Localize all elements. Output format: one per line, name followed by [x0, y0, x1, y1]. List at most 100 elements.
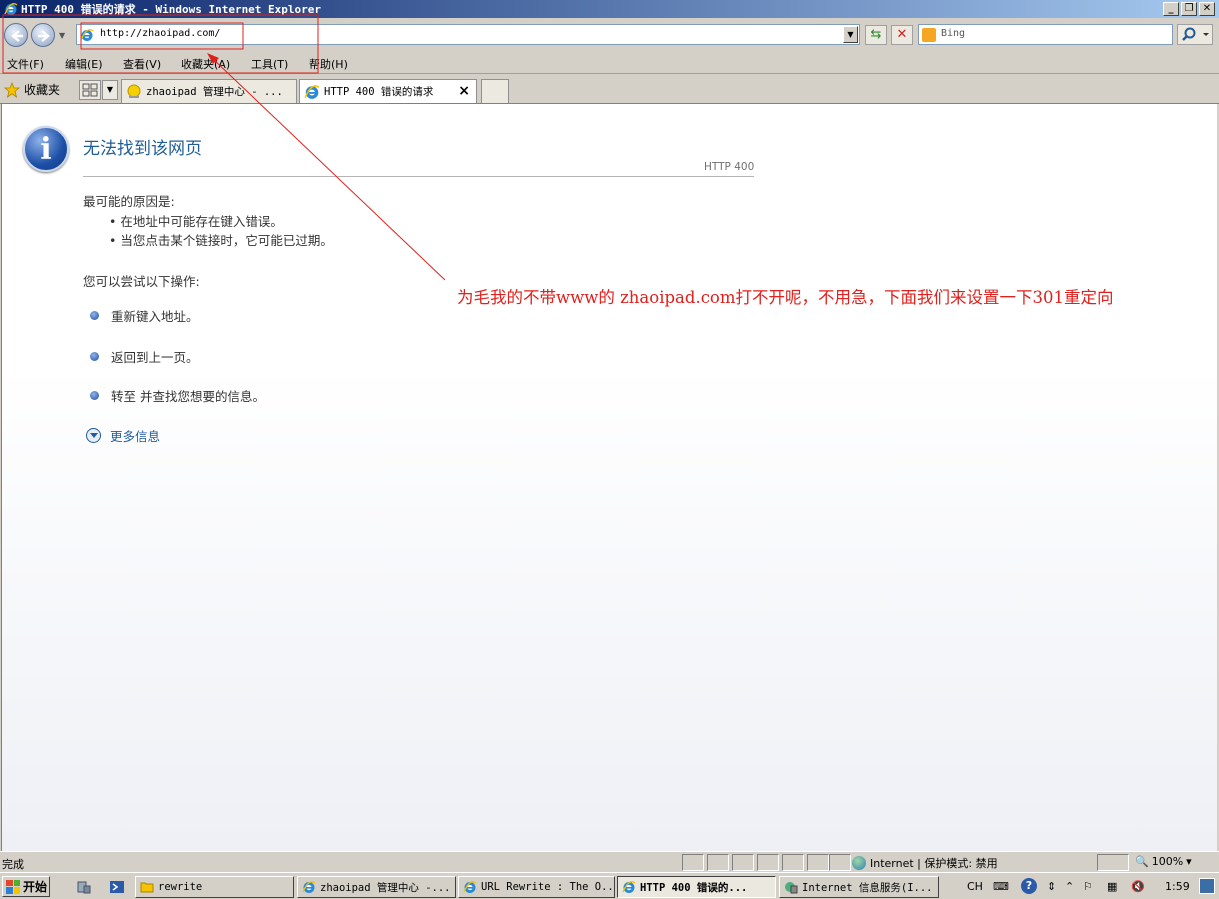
- taskbar-button-iis[interactable]: Internet 信息服务(I...: [779, 876, 939, 898]
- back-arrow-icon: [11, 30, 23, 42]
- status-bar: 完成 Internet | 保护模式: 禁用 🔍 100% ▾: [0, 851, 1219, 872]
- help-icon[interactable]: ?: [1021, 878, 1037, 894]
- search-button[interactable]: [1177, 24, 1213, 45]
- show-hidden-icons-icon[interactable]: ⌃: [1065, 880, 1074, 893]
- taskbar-button-label: URL Rewrite : The O...: [481, 881, 615, 893]
- server-manager-icon[interactable]: [76, 879, 92, 895]
- more-info-label: 更多信息: [110, 429, 161, 444]
- bullet-icon: [90, 311, 99, 320]
- action-center-flag-icon[interactable]: ⚐: [1083, 880, 1093, 893]
- network-icon[interactable]: ▦: [1107, 880, 1117, 893]
- address-dropdown-icon[interactable]: ▼: [843, 26, 858, 43]
- menu-help[interactable]: 帮助(H): [309, 56, 348, 72]
- address-toolbar: ▼ http://zhaoipad.com/ ▼ ⇆ ✕ Bing: [0, 18, 1219, 52]
- try-title: 您可以尝试以下操作:: [83, 274, 200, 289]
- taskbar-button-label: HTTP 400 错误的...: [640, 881, 748, 894]
- stop-icon: ✕: [896, 27, 908, 42]
- menu-bar: 文件(F) 编辑(E) 查看(V) 收藏夹(A) 工具(T) 帮助(H): [0, 52, 1219, 74]
- taskbar-button-url-rewrite[interactable]: URL Rewrite : The O...: [458, 876, 615, 898]
- restore-button[interactable]: ❐: [1181, 2, 1197, 16]
- stop-button[interactable]: ✕: [891, 25, 913, 45]
- address-input[interactable]: http://zhaoipad.com/ ▼: [76, 24, 860, 45]
- tray-options-icon[interactable]: ⇕: [1047, 880, 1056, 893]
- bullet-icon: [90, 352, 99, 361]
- annotation-text: 为毛我的不带www的 zhaoipad.com打不开呢，不用急，下面我们来设置一…: [457, 288, 1114, 307]
- info-icon: i: [23, 126, 69, 172]
- iis-manager-icon: [785, 882, 798, 894]
- taskbar-button-rewrite[interactable]: rewrite: [135, 876, 294, 898]
- window-titlebar: HTTP 400 错误的请求 - Windows Internet Explor…: [0, 0, 1219, 18]
- tab-http-400[interactable]: HTTP 400 错误的请求 ×: [299, 79, 477, 103]
- tab-ie-icon: [304, 84, 320, 99]
- forward-arrow-icon: [38, 30, 50, 42]
- pop-up-settings-button[interactable]: [1097, 854, 1129, 871]
- page-favicon-icon: [80, 29, 94, 41]
- reason-item: • 在地址中可能存在键入错误。: [109, 214, 283, 229]
- quick-tabs-button[interactable]: [79, 80, 101, 100]
- action-retype-address[interactable]: 重新键入地址。: [111, 306, 199, 325]
- clock[interactable]: 1:59: [1165, 880, 1190, 893]
- tab-site-icon: [127, 84, 141, 98]
- taskbar-button-http-400[interactable]: HTTP 400 错误的...: [617, 876, 776, 898]
- taskbar-button-label: rewrite: [158, 881, 203, 893]
- zoom-control[interactable]: 🔍 100% ▾: [1135, 855, 1192, 868]
- zone-label: Internet | 保护模式: 禁用: [870, 857, 998, 870]
- tab-bar: 收藏夹 ▼ zhaoipad 管理中心 - ... HTTP 400 错误的请求…: [0, 75, 1219, 104]
- reason-item: • 当您点击某个链接时，它可能已过期。: [109, 233, 333, 248]
- start-button[interactable]: 开始: [2, 876, 50, 897]
- status-panel: [757, 854, 779, 871]
- tab-list-dropdown-icon[interactable]: ▼: [102, 80, 118, 100]
- system-tray: CH ⌨ ? ⇕ ⌃ ⚐ ▦ 🔇 1:59: [955, 876, 1219, 898]
- quick-tabs-grid-icon: [82, 83, 98, 97]
- window-title: HTTP 400 错误的请求 - Windows Internet Explor…: [21, 3, 322, 16]
- zoom-level: 100%: [1151, 855, 1184, 868]
- recent-pages-dropdown-icon[interactable]: ▼: [59, 31, 69, 41]
- taskbar-button-label: Internet 信息服务(I...: [802, 881, 933, 894]
- status-panel: [829, 854, 851, 871]
- status-text: 完成: [2, 858, 24, 871]
- back-button[interactable]: [4, 23, 28, 47]
- show-desktop-button[interactable]: [1199, 878, 1215, 894]
- bing-icon: [922, 28, 936, 42]
- action-go-back[interactable]: 返回到上一页。: [111, 347, 199, 366]
- status-panel: [682, 854, 704, 871]
- status-panel: [807, 854, 829, 871]
- reason-title: 最可能的原因是:: [83, 194, 175, 209]
- minimize-button[interactable]: _: [1163, 2, 1179, 16]
- action-item: 返回到上一页。: [90, 347, 199, 366]
- search-placeholder: Bing: [941, 28, 966, 39]
- taskbar-button-zhaoipad[interactable]: zhaoipad 管理中心 -...: [297, 876, 456, 898]
- security-zone[interactable]: Internet | 保护模式: 禁用: [852, 855, 998, 871]
- powershell-icon[interactable]: [109, 879, 125, 895]
- menu-file[interactable]: 文件(F): [7, 56, 44, 72]
- menu-tools[interactable]: 工具(T): [251, 56, 288, 72]
- tab-title: zhaoipad 管理中心 - ...: [146, 86, 283, 98]
- expand-chevron-icon: [86, 428, 101, 443]
- menu-favorites[interactable]: 收藏夹(A): [181, 56, 230, 72]
- new-tab-button[interactable]: [481, 79, 509, 103]
- windows-logo-icon: [6, 879, 20, 894]
- forward-button[interactable]: [31, 23, 55, 47]
- address-url: http://zhaoipad.com/: [100, 28, 221, 39]
- favorites-button[interactable]: 收藏夹: [4, 81, 60, 98]
- page-heading: 无法找到该网页: [83, 139, 202, 159]
- zoom-dropdown-icon: ▾: [1186, 855, 1192, 868]
- ie-icon: [463, 881, 477, 893]
- taskbar: 开始 rewrite zhaoipad 管理中心 -... URL Rewrit…: [0, 872, 1219, 899]
- search-input[interactable]: Bing: [918, 24, 1173, 45]
- refresh-button[interactable]: ⇆: [865, 25, 887, 45]
- input-language[interactable]: CH: [967, 880, 983, 893]
- close-window-button[interactable]: ✕: [1199, 2, 1215, 16]
- tab-close-icon[interactable]: ×: [458, 83, 470, 99]
- search-icon: [1182, 27, 1209, 41]
- more-info-link[interactable]: 更多信息: [86, 426, 160, 445]
- menu-edit[interactable]: 编辑(E): [65, 56, 103, 72]
- keyboard-icon[interactable]: ⌨: [993, 880, 1009, 893]
- tab-zhaoipad[interactable]: zhaoipad 管理中心 - ...: [121, 79, 297, 103]
- bullet-icon: [90, 391, 99, 400]
- action-find-info[interactable]: 转至 并查找您想要的信息。: [111, 386, 265, 405]
- volume-muted-icon[interactable]: 🔇: [1131, 880, 1145, 893]
- status-panel: [782, 854, 804, 871]
- action-item: 重新键入地址。: [90, 306, 199, 325]
- menu-view[interactable]: 查看(V): [123, 56, 161, 72]
